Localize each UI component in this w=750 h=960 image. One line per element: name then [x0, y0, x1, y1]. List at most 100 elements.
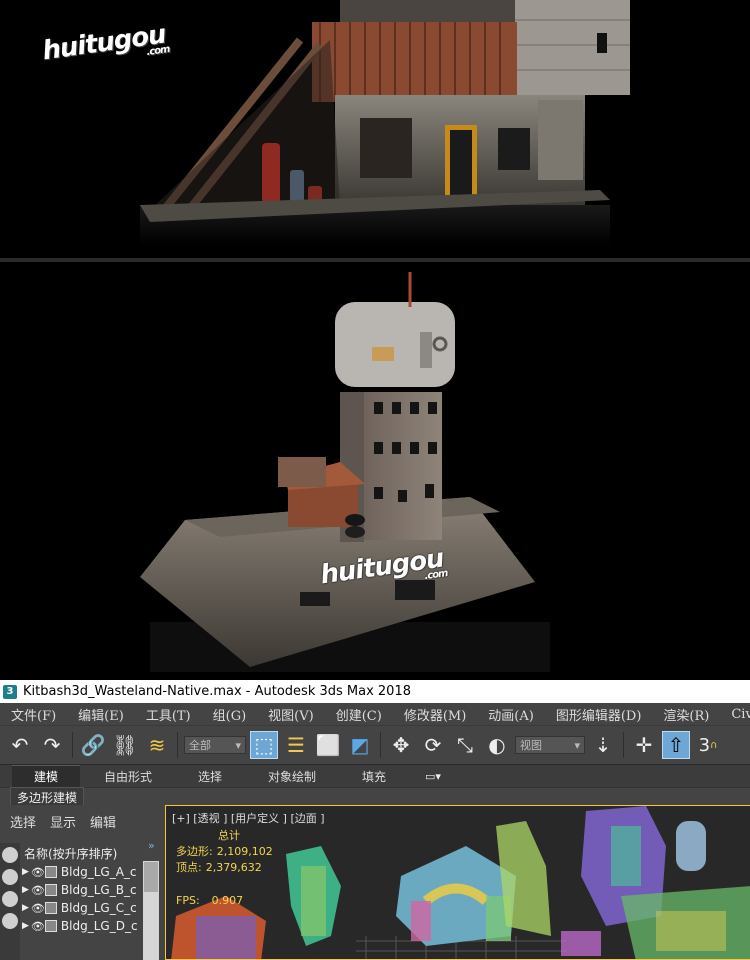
window-crossing-icon[interactable]: ◩ — [346, 731, 374, 759]
move-icon[interactable]: ✥ — [387, 731, 415, 759]
eye-icon[interactable]: 👁 — [31, 884, 45, 897]
object-type-icon — [44, 866, 57, 878]
menu-file[interactable]: 文件(F) — [0, 705, 67, 724]
rotate-icon[interactable]: ⟳ — [419, 731, 447, 759]
max-window: 3 Kitbash3d_Wasteland-Native.max - Autod… — [0, 680, 750, 960]
perspective-viewport[interactable]: [+] [透视 ] [用户定义 ] [边面 ] 总计 多边形: 2,109,10… — [165, 805, 750, 960]
scene-explorer-scrollbar[interactable] — [143, 861, 159, 960]
tab-modeling[interactable]: 建模 — [12, 765, 80, 787]
menu-views[interactable]: 视图(V) — [257, 705, 325, 724]
app-icon[interactable]: 3 — [3, 684, 17, 699]
coord-system-dropdown[interactable]: 视图 ▾ — [515, 736, 585, 754]
scene-explorer-select-menu[interactable]: 选择 — [10, 812, 36, 831]
coord-system-value: 视图 — [520, 739, 542, 752]
viewport-label[interactable]: [+] [透视 ] [用户定义 ] [边面 ] — [172, 810, 325, 826]
toolbar-separator — [177, 732, 178, 758]
render-preview-tower: huitugou .com — [0, 262, 750, 680]
selection-filter-dropdown[interactable]: 全部 ▾ — [184, 736, 246, 754]
collapse-icon[interactable]: » — [148, 839, 155, 852]
ribbon-tabs: 建模 自由形式 选择 对象绘制 填充 ▭▾ — [0, 764, 750, 787]
polygons-value: 2,109,102 — [216, 845, 273, 858]
vertices-label: 顶点: — [176, 861, 202, 874]
vertices-value: 2,379,632 — [205, 861, 262, 874]
expand-arrow-icon[interactable]: ▶ — [22, 885, 29, 895]
select-manipulate-icon[interactable]: ◐ — [483, 731, 511, 759]
toolbar-separator — [380, 732, 381, 758]
scene-explorer: 选择 显示 编辑 » 名称(按升序排序) ▶ 👁 Bldg_LG_A_c ▶ 👁 — [0, 805, 161, 960]
ribbon-panel: 多边形建模 — [0, 786, 750, 808]
snap-toggle-icon[interactable]: ⇧ — [662, 731, 690, 759]
menu-rendering[interactable]: 渲染(R) — [652, 705, 720, 724]
filter-geometry-icon[interactable] — [2, 847, 18, 863]
viewport-statistics: 总计 多边形: 2,109,102 顶点: 2,379,632 — [176, 828, 273, 876]
eye-icon[interactable]: 👁 — [31, 902, 45, 915]
filter-lights-icon[interactable] — [2, 891, 18, 907]
pivot-icon[interactable]: ⇣ — [589, 731, 617, 759]
menu-modifiers[interactable]: 修改器(M) — [393, 705, 477, 724]
render-image-tower — [0, 262, 750, 680]
scale-icon[interactable]: ⤡ — [451, 731, 479, 759]
link-icon[interactable]: 🔗 — [79, 731, 107, 759]
scene-item[interactable]: ▶ 👁 Bldg_LG_B_c — [22, 881, 142, 899]
bind-spacewarp-icon[interactable]: ≋ — [143, 731, 171, 759]
menu-animation[interactable]: 动画(A) — [477, 705, 545, 724]
expand-arrow-icon[interactable]: ▶ — [22, 921, 29, 931]
redo-icon[interactable]: ↷ — [38, 731, 66, 759]
viewport-fps: FPS: 0.907 — [176, 894, 243, 907]
scene-item[interactable]: ▶ 👁 Bldg_LG_A_c — [22, 863, 142, 881]
menu-civil[interactable]: Civil — [720, 707, 750, 722]
tab-object-paint[interactable]: 对象绘制 — [258, 766, 326, 787]
object-type-icon — [44, 902, 57, 914]
scrollbar-thumb[interactable] — [144, 862, 158, 892]
scene-explorer-filter-bar — [0, 843, 20, 960]
eye-icon[interactable]: 👁 — [31, 920, 45, 933]
ribbon-options-icon[interactable]: ▭▾ — [422, 767, 444, 785]
name-column-header[interactable]: 名称(按升序排序) — [24, 845, 117, 862]
select-by-name-icon[interactable]: ☰ — [282, 731, 310, 759]
fps-label: FPS: — [176, 894, 200, 907]
scene-item-name: Bldg_LG_B_c — [60, 883, 137, 897]
3d-snap-icon[interactable]: 3 ∩ — [694, 731, 722, 759]
object-type-icon — [44, 920, 57, 932]
filter-cameras-icon[interactable] — [2, 913, 18, 929]
chevron-down-icon: ▾ — [574, 738, 580, 752]
main-toolbar: ↶ ↷ 🔗 ⛓ ≋ 全部 ▾ ⬚ ☰ ⬜ ◩ ✥ ⟳ ⤡ ◐ 视图 ▾ ⇣ ✛ … — [0, 725, 750, 764]
fps-value: 0.907 — [211, 894, 244, 907]
expand-arrow-icon[interactable]: ▶ — [22, 903, 29, 913]
undo-icon[interactable]: ↶ — [6, 731, 34, 759]
expand-arrow-icon[interactable]: ▶ — [22, 867, 29, 877]
scene-item[interactable]: ▶ 👁 Bldg_LG_C_c — [22, 899, 142, 917]
tab-populate[interactable]: 填充 — [340, 766, 408, 787]
stats-total-header: 总计 — [218, 829, 240, 842]
toolbar-separator — [623, 732, 624, 758]
window-title: Kitbash3d_Wasteland-Native.max - Autodes… — [23, 684, 411, 699]
scene-item[interactable]: ▶ 👁 Bldg_LG_D_c — [22, 917, 142, 935]
select-object-icon[interactable]: ⬚ — [250, 731, 278, 759]
work-area: 选择 显示 编辑 » 名称(按升序排序) ▶ 👁 Bldg_LG_A_c ▶ 👁 — [0, 805, 750, 960]
unlink-icon[interactable]: ⛓ — [111, 731, 139, 759]
scene-explorer-edit-menu[interactable]: 编辑 — [90, 812, 116, 831]
selection-filter-value: 全部 — [189, 739, 211, 752]
tab-selection[interactable]: 选择 — [176, 766, 244, 787]
object-type-icon — [44, 884, 57, 896]
polygons-label: 多边形: — [176, 845, 213, 858]
menu-tools[interactable]: 工具(T) — [135, 705, 202, 724]
filter-shapes-icon[interactable] — [2, 869, 18, 885]
chevron-down-icon: ▾ — [235, 738, 241, 752]
menu-graph-editors[interactable]: 图形编辑器(D) — [545, 705, 653, 724]
menu-group[interactable]: 组(G) — [202, 705, 258, 724]
menu-bar: 文件(F) 编辑(E) 工具(T) 组(G) 视图(V) 创建(C) 修改器(M… — [0, 703, 750, 725]
menu-edit[interactable]: 编辑(E) — [67, 705, 135, 724]
stats-vertices: 顶点: 2,379,632 — [176, 860, 273, 876]
menu-create[interactable]: 创建(C) — [325, 705, 393, 724]
scene-explorer-menu: 选择 显示 编辑 — [0, 805, 161, 837]
toolbar-separator — [72, 732, 73, 758]
select-and-place-icon[interactable]: ✛ — [630, 731, 658, 759]
title-bar: 3 Kitbash3d_Wasteland-Native.max - Autod… — [0, 680, 750, 703]
tab-freeform[interactable]: 自由形式 — [94, 766, 162, 787]
render-preview-building: huitugou .com — [0, 0, 750, 258]
scene-explorer-display-menu[interactable]: 显示 — [50, 812, 76, 831]
rect-selection-icon[interactable]: ⬜ — [314, 731, 342, 759]
scene-item-name: Bldg_LG_C_c — [60, 901, 137, 915]
eye-icon[interactable]: 👁 — [31, 866, 45, 879]
